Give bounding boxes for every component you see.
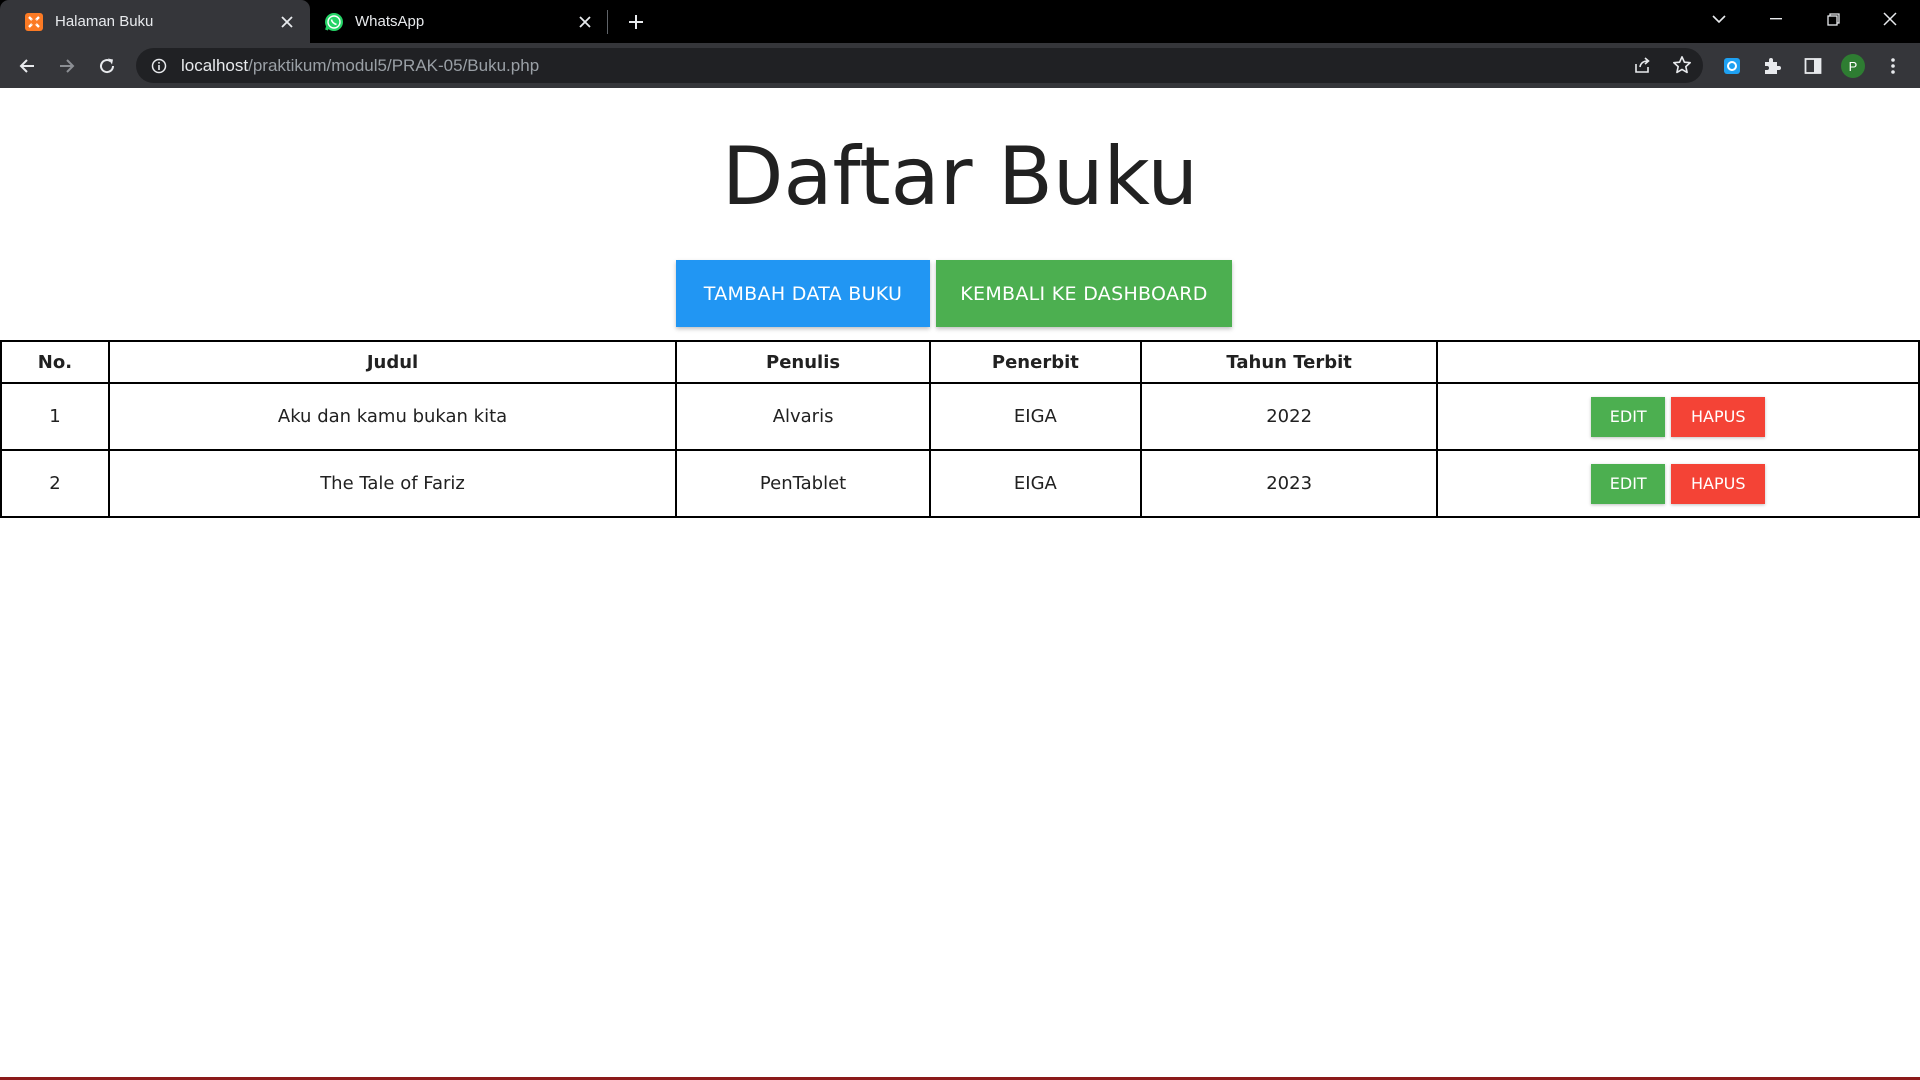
cell-tahun: 2023 <box>1139 449 1439 518</box>
browser-toolbar: localhost/praktikum/modul5/PRAK-05/Buku.… <box>0 43 1920 88</box>
xampp-icon <box>24 12 44 32</box>
menu-kebab-icon[interactable] <box>1876 49 1910 83</box>
table-row: 1 Aku dan kamu bukan kita Alvaris EIGA 2… <box>0 382 1920 451</box>
tab-search-icon[interactable] <box>1695 0 1743 38</box>
share-icon[interactable] <box>1627 49 1659 81</box>
tab-title: Halaman Buku <box>55 13 154 30</box>
profile-avatar[interactable]: P <box>1836 49 1870 83</box>
tab-title: WhatsApp <box>355 13 425 30</box>
cell-penerbit: EIGA <box>928 382 1142 451</box>
side-panel-icon[interactable] <box>1796 49 1830 83</box>
extensions-puzzle-icon[interactable] <box>1755 49 1789 83</box>
reload-icon[interactable] <box>90 49 124 83</box>
tab-halaman-buku[interactable]: Halaman Buku <box>0 0 310 43</box>
cell-no: 1 <box>0 382 110 451</box>
tab-strip: Halaman Buku WhatsApp <box>0 0 1920 43</box>
cell-no: 2 <box>0 449 110 518</box>
page-title: Daftar Buku <box>721 130 1199 223</box>
window-close-icon[interactable] <box>1866 0 1914 38</box>
close-tab-icon[interactable] <box>274 9 300 35</box>
edit-button[interactable]: EDIT <box>1591 396 1666 437</box>
extension-screenshot-icon[interactable] <box>1715 49 1749 83</box>
delete-button[interactable]: HAPUS <box>1671 396 1766 437</box>
address-bar[interactable]: localhost/praktikum/modul5/PRAK-05/Buku.… <box>136 48 1703 83</box>
cell-judul: Aku dan kamu bukan kita <box>107 382 678 451</box>
page-content: Daftar Buku TAMBAH DATA BUKU KEMBALI KE … <box>0 88 1920 1080</box>
header-judul: Judul <box>107 340 678 384</box>
cell-tahun: 2022 <box>1139 382 1439 451</box>
url-path: /praktikum/modul5/PRAK-05/Buku.php <box>248 55 540 75</box>
header-tahun-terbit: Tahun Terbit <box>1139 340 1439 384</box>
bookmark-star-icon[interactable] <box>1666 49 1698 81</box>
header-penulis: Penulis <box>675 340 931 384</box>
profile-initial: P <box>1841 54 1865 78</box>
header-actions <box>1436 340 1920 384</box>
cell-actions: EDIT HAPUS <box>1436 382 1920 451</box>
cell-penulis: Alvaris <box>675 382 931 451</box>
edit-button[interactable]: EDIT <box>1591 463 1666 504</box>
tab-whatsapp[interactable]: WhatsApp <box>310 0 608 43</box>
back-to-dashboard-button[interactable]: KEMBALI KE DASHBOARD <box>936 260 1232 327</box>
header-no: No. <box>0 340 110 384</box>
table-row: 2 The Tale of Fariz PenTablet EIGA 2023 … <box>0 449 1920 518</box>
delete-button[interactable]: HAPUS <box>1671 463 1766 504</box>
restore-icon[interactable] <box>1809 0 1857 38</box>
add-book-button[interactable]: TAMBAH DATA BUKU <box>676 260 930 327</box>
cell-penerbit: EIGA <box>928 449 1142 518</box>
site-info-icon[interactable] <box>148 58 170 74</box>
back-icon[interactable] <box>10 49 44 83</box>
new-tab-icon[interactable] <box>622 8 650 36</box>
table-header-row: No. Judul Penulis Penerbit Tahun Terbit <box>0 340 1920 384</box>
books-table: No. Judul Penulis Penerbit Tahun Terbit … <box>0 340 1920 518</box>
minimize-icon[interactable] <box>1752 0 1800 38</box>
header-penerbit: Penerbit <box>928 340 1142 384</box>
url-host: localhost <box>181 55 249 75</box>
close-tab-icon[interactable] <box>572 9 598 35</box>
cell-actions: EDIT HAPUS <box>1436 449 1920 518</box>
url-text: localhost/praktikum/modul5/PRAK-05/Buku.… <box>181 56 539 76</box>
cell-penulis: PenTablet <box>675 449 931 518</box>
whatsapp-icon <box>324 12 344 32</box>
tab-separator <box>607 10 608 34</box>
cell-judul: The Tale of Fariz <box>107 449 678 518</box>
forward-icon[interactable] <box>50 49 84 83</box>
